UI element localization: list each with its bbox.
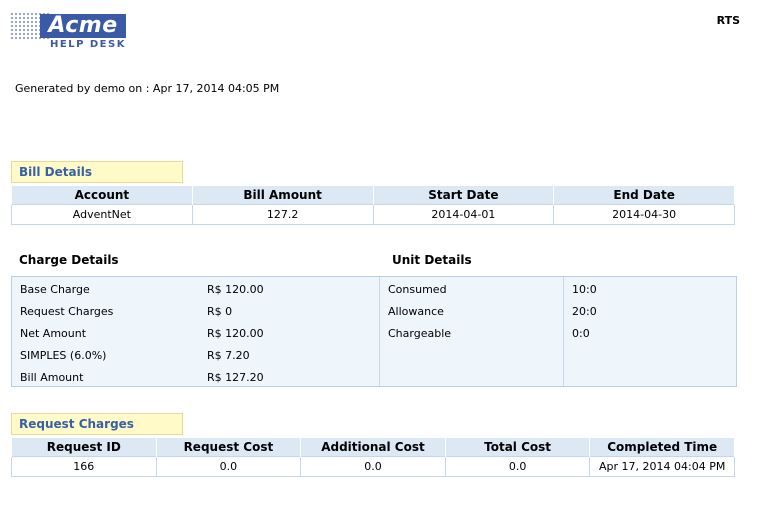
charge-label: SIMPLES (6.0%) <box>20 349 107 362</box>
column-header: Account <box>11 185 193 205</box>
column-header: Request ID <box>11 437 157 457</box>
table-cell: AdventNet <box>11 204 193 225</box>
logo-tagline: HELP DESK <box>50 39 126 50</box>
generated-info: Generated by demo on : Apr 17, 2014 04:0… <box>15 82 280 95</box>
charge-label: Net Amount <box>20 327 87 340</box>
request-charges-title: Request Charges <box>11 413 183 435</box>
column-header: Total Cost <box>444 437 591 457</box>
charge-label: Base Charge <box>20 283 90 296</box>
table-cell: Apr 17, 2014 04:04 PM <box>589 456 735 477</box>
column-header: Completed Time <box>589 437 735 457</box>
logo-wordmark: Acme <box>40 14 126 38</box>
unit-label: Chargeable <box>388 327 452 340</box>
charge-label: Bill Amount <box>20 371 84 384</box>
column-divider <box>379 277 380 386</box>
unit-details-heading: Unit Details <box>392 253 472 267</box>
unit-label: Consumed <box>388 283 447 296</box>
bill-details-table: Account Bill Amount Start Date End Date … <box>11 185 735 225</box>
unit-value: 0:0 <box>572 327 590 340</box>
column-header: End Date <box>553 185 735 205</box>
bill-details-header-row: Account Bill Amount Start Date End Date <box>11 185 735 205</box>
request-charges-table: Request ID Request Cost Additional Cost … <box>11 437 735 477</box>
charge-value: R$ 7.20 <box>207 349 250 362</box>
column-header: Start Date <box>372 185 555 205</box>
table-cell: 166 <box>11 456 157 477</box>
charge-value: R$ 0 <box>207 305 233 318</box>
table-row: 166 0.0 0.0 0.0 Apr 17, 2014 04:04 PM <box>11 456 735 477</box>
column-divider <box>563 277 564 386</box>
table-cell: 2014-04-30 <box>553 204 735 225</box>
header-right-label: RTS <box>716 14 740 27</box>
table-row: AdventNet 127.2 2014-04-01 2014-04-30 <box>11 204 735 225</box>
column-header: Request Cost <box>155 437 302 457</box>
acme-helpdesk-logo: Acme HELP DESK <box>10 12 128 52</box>
table-cell: 0.0 <box>155 456 302 477</box>
table-cell: 0.0 <box>300 456 446 477</box>
unit-value: 10:0 <box>572 283 597 296</box>
column-header: Bill Amount <box>191 185 374 205</box>
unit-value: 20:0 <box>572 305 597 318</box>
charge-details-heading: Charge Details <box>19 253 119 267</box>
charge-value: R$ 120.00 <box>207 327 264 340</box>
column-header: Additional Cost <box>300 437 446 457</box>
table-cell: 0.0 <box>444 456 591 477</box>
table-cell: 2014-04-01 <box>372 204 555 225</box>
bill-details-title: Bill Details <box>11 161 183 183</box>
charge-unit-details-panel: Base Charge R$ 120.00 Request Charges R$… <box>11 276 737 387</box>
charge-label: Request Charges <box>20 305 114 318</box>
charge-value: R$ 127.20 <box>207 371 264 384</box>
unit-label: Allowance <box>388 305 444 318</box>
request-charges-header-row: Request ID Request Cost Additional Cost … <box>11 437 735 457</box>
table-cell: 127.2 <box>191 204 374 225</box>
charge-value: R$ 120.00 <box>207 283 264 296</box>
